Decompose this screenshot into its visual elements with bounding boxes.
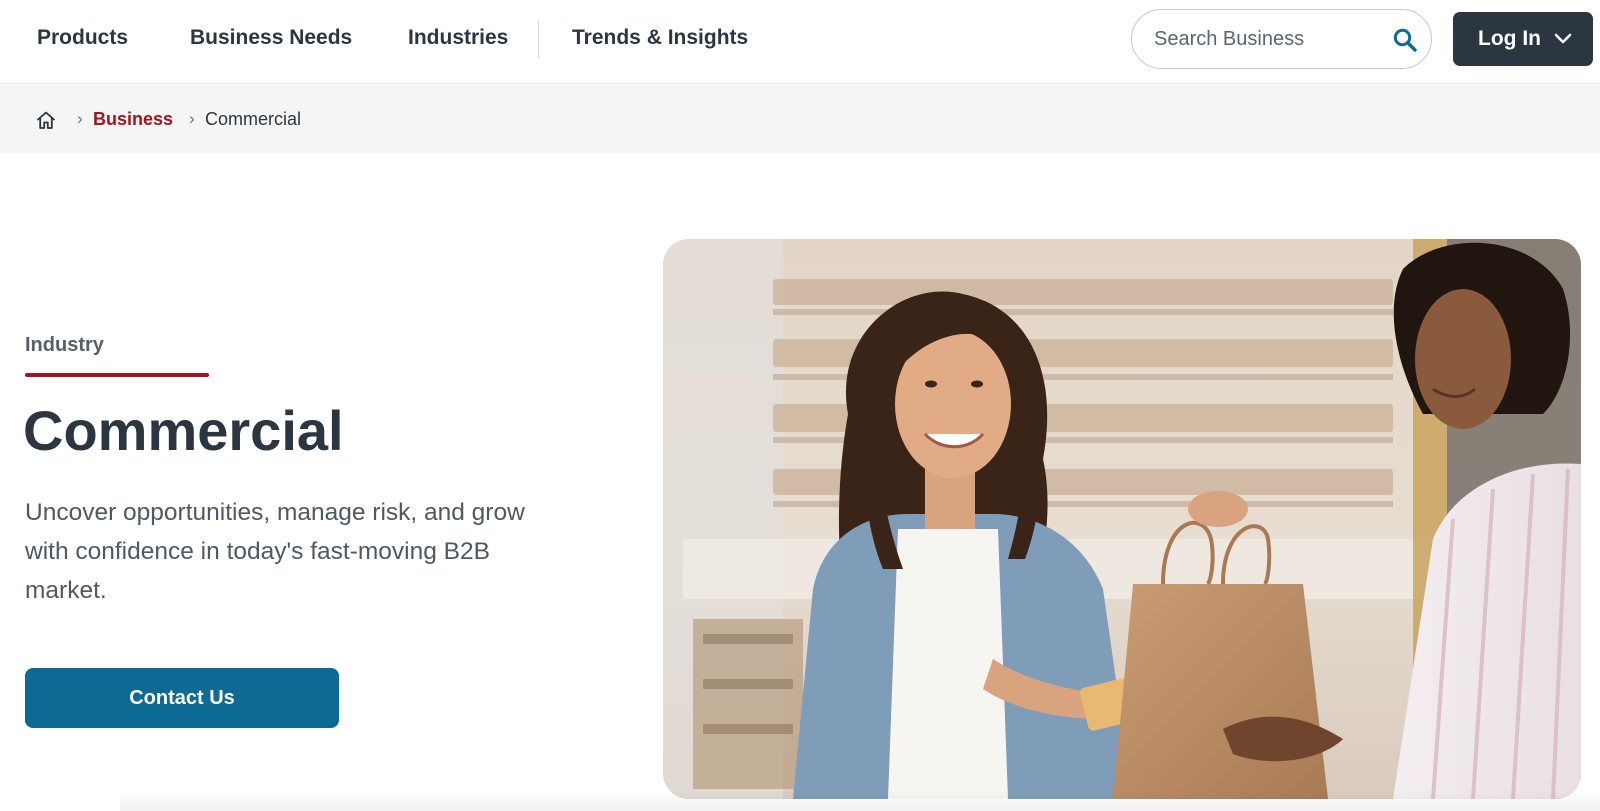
nav-divider: [538, 20, 539, 58]
breadcrumb-separator: ›: [77, 109, 83, 128]
page-title: Commercial: [23, 399, 344, 462]
login-button[interactable]: Log In: [1453, 12, 1593, 66]
home-icon[interactable]: [35, 109, 57, 131]
search-icon[interactable]: [1392, 27, 1418, 53]
search-input[interactable]: [1154, 10, 1384, 68]
chevron-down-icon: [1552, 28, 1574, 50]
nav-item-industries[interactable]: Industries: [408, 24, 508, 52]
login-label: Log In: [1478, 27, 1541, 50]
hero-image: [663, 239, 1581, 799]
nav-item-business-needs[interactable]: Business Needs: [190, 24, 352, 52]
hero-description: Uncover opportunities, manage risk, and …: [25, 499, 525, 604]
search-box: [1131, 9, 1432, 69]
breadcrumb-separator: ›: [189, 109, 195, 128]
contact-us-label: Contact Us: [129, 687, 235, 709]
hero-eyebrow: Industry: [25, 334, 104, 356]
nav-item-products[interactable]: Products: [37, 24, 128, 52]
breadcrumb: › Business › Commercial: [0, 85, 1600, 153]
contact-us-button[interactable]: Contact Us: [25, 668, 339, 728]
top-navigation: Products Business Needs Industries Trend…: [0, 0, 1600, 84]
bottom-shadow: [120, 790, 1600, 811]
eyebrow-underline: [25, 373, 209, 377]
breadcrumb-link-business[interactable]: Business: [93, 106, 173, 132]
nav-item-trends-insights[interactable]: Trends & Insights: [572, 24, 748, 52]
breadcrumb-current: Commercial: [205, 109, 302, 129]
